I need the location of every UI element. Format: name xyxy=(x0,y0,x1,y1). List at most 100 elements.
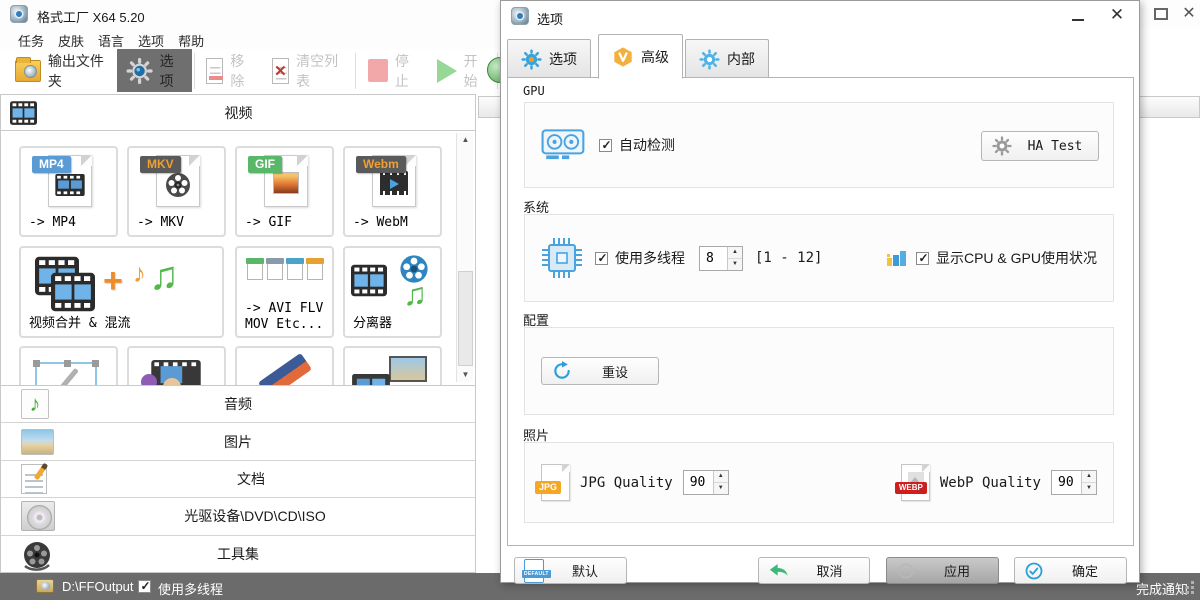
close-button[interactable] xyxy=(1180,3,1198,23)
card-label: -> MKV xyxy=(137,215,184,231)
cancel-button[interactable]: 取消 xyxy=(758,557,870,584)
apply-button[interactable]: 应用 xyxy=(886,557,999,584)
card-label: -> AVI FLV MOV Etc... xyxy=(245,301,329,334)
auto-detect-checkbox[interactable] xyxy=(599,139,612,152)
dialog-close-button[interactable] xyxy=(1107,5,1127,27)
reel-icon xyxy=(163,170,193,200)
menu-item-language[interactable]: 语言 xyxy=(91,28,131,49)
default-badge: DEFAULT xyxy=(522,570,551,578)
dialog-minimize-button[interactable] xyxy=(1069,7,1087,25)
format-badge: Webm xyxy=(356,156,406,173)
scroll-up-icon[interactable] xyxy=(457,133,474,147)
card-to-avi-flv-mov[interactable]: -> AVI FLV MOV Etc... xyxy=(235,246,334,338)
tab-options[interactable]: 选项 xyxy=(507,39,591,79)
spinner-up-icon[interactable] xyxy=(1082,471,1096,483)
card-partial-crop[interactable] xyxy=(19,346,118,386)
gpu-card-icon xyxy=(541,128,587,162)
film-play-icon xyxy=(380,171,408,195)
webp-badge: WEBP xyxy=(895,482,927,494)
output-path[interactable]: D:\FFOutput xyxy=(62,579,134,594)
card-to-webm[interactable]: Webm -> WebM xyxy=(343,146,442,237)
format-panel: 视频 MP4 -> MP4 xyxy=(0,94,476,573)
output-folder-button[interactable]: 输出文件夹 xyxy=(6,49,117,92)
notify-label[interactable]: 完成通知 xyxy=(1136,579,1188,598)
scrollbar[interactable] xyxy=(456,133,473,382)
menu-item-options[interactable]: 选项 xyxy=(131,28,171,49)
output-folder-icon xyxy=(15,60,41,82)
webp-quality-spinner[interactable]: 90 xyxy=(1051,470,1097,495)
reset-button[interactable]: 重设 xyxy=(541,357,659,385)
card-label: 分离器 xyxy=(353,316,392,332)
webp-quality-label: WebP Quality xyxy=(940,475,1041,491)
card-to-gif[interactable]: GIF -> GIF xyxy=(235,146,334,237)
use-multithread-checkbox[interactable] xyxy=(595,252,608,265)
stop-label: 停止 xyxy=(395,51,419,91)
spinner-down-icon[interactable] xyxy=(714,483,728,494)
category-list: 音频 图片 文档 光驱设备\DVD\CD\ISO xyxy=(1,386,475,572)
thread-range-label: [1 - 12] xyxy=(755,250,822,266)
card-partial-editor[interactable] xyxy=(127,346,226,386)
thread-count-value[interactable]: 8 xyxy=(700,247,727,270)
menu-item-skin[interactable]: 皮肤 xyxy=(51,28,91,49)
options-button[interactable]: 选项 xyxy=(117,49,193,92)
scroll-down-icon[interactable] xyxy=(457,368,474,382)
jpg-quality-spinner[interactable]: 90 xyxy=(683,470,729,495)
category-document[interactable]: 文档 xyxy=(1,461,475,498)
category-audio[interactable]: 音频 xyxy=(1,386,475,423)
default-document-icon: DEFAULT xyxy=(524,559,544,583)
menu-item-help[interactable]: 帮助 xyxy=(171,28,211,49)
ok-button[interactable]: 确定 xyxy=(1014,557,1127,584)
output-folder-label: 输出文件夹 xyxy=(48,51,108,91)
film-icon xyxy=(51,272,95,312)
card-to-mkv[interactable]: MKV -> MKV xyxy=(127,146,226,237)
category-disc[interactable]: 光驱设备\DVD\CD\ISO xyxy=(1,498,475,535)
toolbar-separator xyxy=(194,53,195,89)
card-partial-screen[interactable] xyxy=(343,346,442,386)
category-toolset[interactable]: 工具集 xyxy=(1,536,475,572)
gpu-groupbox: 自动检测 HA Test xyxy=(524,102,1114,188)
output-folder-icon[interactable] xyxy=(36,579,54,593)
jpg-badge: JPG xyxy=(535,481,561,494)
tab-advanced[interactable]: 高级 xyxy=(598,34,683,79)
card-splitter[interactable]: 分离器 xyxy=(343,246,442,338)
config-groupbox: 重设 xyxy=(524,327,1114,415)
maximize-button[interactable] xyxy=(1154,8,1168,20)
start-button[interactable]: 开始 xyxy=(428,49,494,92)
stop-button[interactable]: 停止 xyxy=(359,49,427,92)
v-hexagon-icon xyxy=(612,46,634,68)
film-reel-icon xyxy=(21,540,53,572)
film-icon xyxy=(351,374,391,386)
menu-item-task[interactable]: 任务 xyxy=(11,28,51,49)
card-label: -> WebM xyxy=(353,215,408,231)
clear-list-button[interactable]: 清空列表 xyxy=(263,49,353,92)
scrollbar-thumb[interactable] xyxy=(458,271,473,366)
webp-file-icon: WEBP xyxy=(901,464,930,501)
card-partial-eraser[interactable] xyxy=(235,346,334,386)
spinner-up-icon[interactable] xyxy=(728,247,742,259)
ha-test-button[interactable]: HA Test xyxy=(981,131,1099,161)
clear-list-label: 清空列表 xyxy=(296,51,343,91)
card-video-merge-mux[interactable]: + 视频合并 & 混流 xyxy=(19,246,224,338)
resize-grip[interactable] xyxy=(1191,581,1194,584)
category-video[interactable]: 视频 xyxy=(1,95,475,131)
spinner-down-icon[interactable] xyxy=(728,259,742,270)
gpu-section-label: GPU xyxy=(523,84,545,98)
multithread-checkbox[interactable] xyxy=(138,580,151,593)
plus-icon: + xyxy=(103,262,123,301)
music-note-icon xyxy=(149,254,179,299)
category-image[interactable]: 图片 xyxy=(1,423,475,460)
disc-drive-icon xyxy=(21,501,55,531)
spinner-up-icon[interactable] xyxy=(714,471,728,483)
tab-internal[interactable]: 内部 xyxy=(685,39,769,79)
default-button[interactable]: DEFAULT 默认 xyxy=(514,557,627,584)
jpg-quality-value[interactable]: 90 xyxy=(684,471,713,494)
back-arrow-icon xyxy=(768,560,790,582)
show-usage-checkbox[interactable] xyxy=(916,252,929,265)
card-to-mp4[interactable]: MP4 -> MP4 xyxy=(19,146,118,237)
remove-button[interactable]: 移除 xyxy=(197,49,263,92)
webp-quality-value[interactable]: 90 xyxy=(1052,471,1081,494)
card-label: -> MP4 xyxy=(29,215,76,231)
spinner-down-icon[interactable] xyxy=(1082,483,1096,494)
monitor-icon xyxy=(389,356,427,382)
thread-count-spinner[interactable]: 8 xyxy=(699,246,743,271)
